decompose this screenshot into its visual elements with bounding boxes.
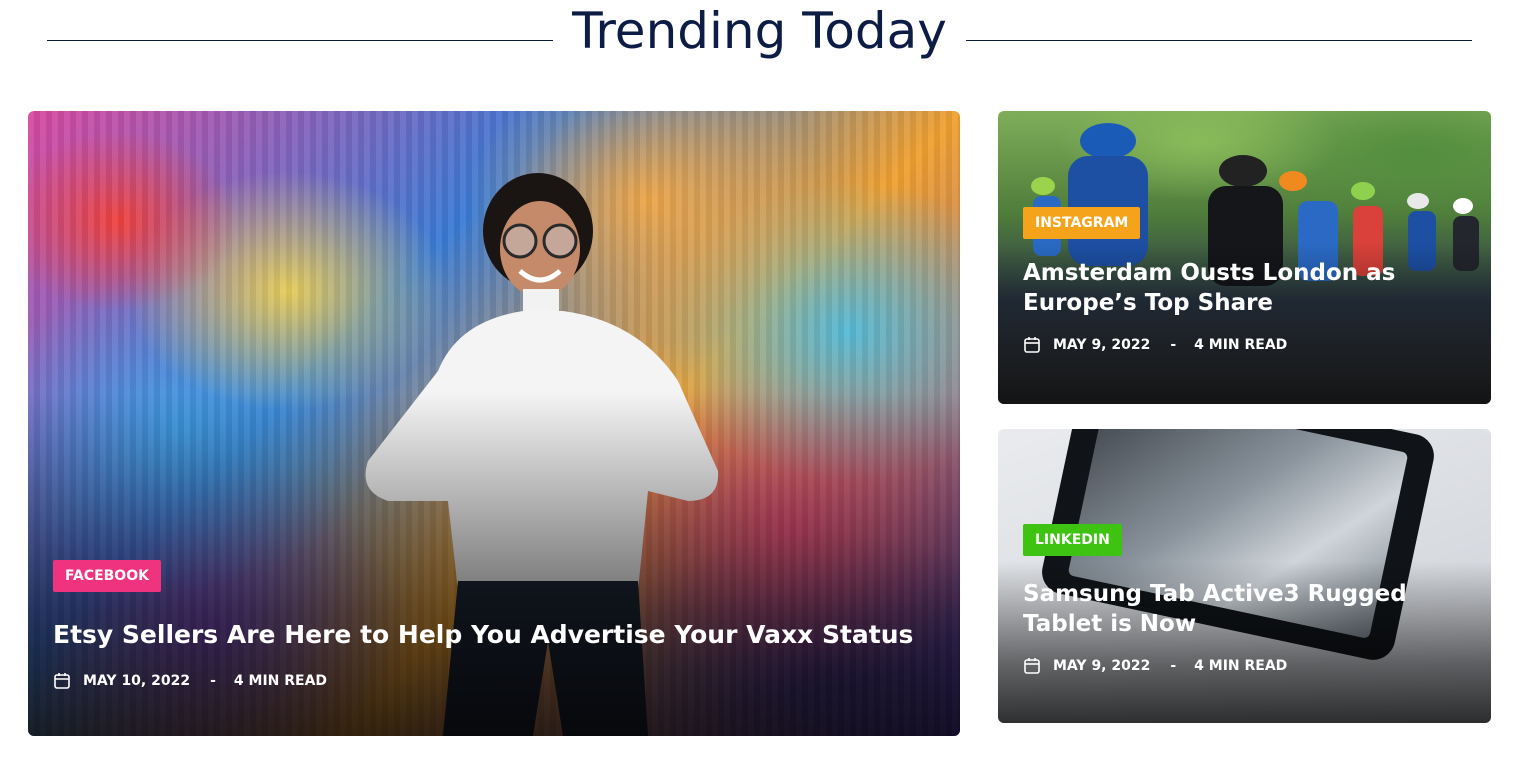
calendar-icon xyxy=(54,673,70,689)
read-time: 4 MIN READ xyxy=(1194,337,1288,353)
meta-separator: - xyxy=(1170,337,1177,353)
post-content: INSTAGRAM Amsterdam Ousts London as Euro… xyxy=(1023,207,1466,354)
category-badge[interactable]: LINKEDIN xyxy=(1023,524,1122,556)
read-time: 4 MIN READ xyxy=(1194,658,1288,674)
featured-post-card[interactable]: FACEBOOK Etsy Sellers Are Here to Help Y… xyxy=(28,111,960,736)
post-meta: MAY 10, 2022 - 4 MIN READ xyxy=(53,672,935,690)
meta-separator: - xyxy=(1170,658,1177,674)
category-badge[interactable]: FACEBOOK xyxy=(53,560,161,592)
post-title[interactable]: Amsterdam Ousts London as Europe’s Top S… xyxy=(1023,258,1466,318)
post-title[interactable]: Samsung Tab Active3 Rugged Tablet is Now xyxy=(1023,579,1466,639)
calendar-icon xyxy=(1024,658,1040,674)
section-header: Trending Today xyxy=(47,0,1472,70)
post-meta: MAY 9, 2022 - 4 MIN READ xyxy=(1023,336,1466,354)
section-title: Trending Today xyxy=(572,2,947,60)
heading-rule-left xyxy=(47,40,553,41)
post-content: FACEBOOK Etsy Sellers Are Here to Help Y… xyxy=(53,560,935,690)
post-title[interactable]: Etsy Sellers Are Here to Help You Advert… xyxy=(53,618,935,652)
post-meta: MAY 9, 2022 - 4 MIN READ xyxy=(1023,657,1466,675)
meta-separator: - xyxy=(210,673,216,689)
heading-rule-right xyxy=(966,40,1472,41)
trending-section: Trending Today FACEBOOK Etsy Sellers Are… xyxy=(0,0,1521,760)
post-content: LINKEDIN Samsung Tab Active3 Rugged Tabl… xyxy=(1023,524,1466,675)
post-date: MAY 10, 2022 xyxy=(83,673,191,689)
post-date: MAY 9, 2022 xyxy=(1053,658,1151,674)
calendar-icon xyxy=(1024,337,1040,353)
side-post-card[interactable]: INSTAGRAM Amsterdam Ousts London as Euro… xyxy=(998,111,1491,404)
post-date: MAY 9, 2022 xyxy=(1053,337,1151,353)
read-time: 4 MIN READ xyxy=(233,673,328,689)
category-badge[interactable]: INSTAGRAM xyxy=(1023,207,1141,239)
side-post-card[interactable]: LINKEDIN Samsung Tab Active3 Rugged Tabl… xyxy=(998,429,1491,723)
